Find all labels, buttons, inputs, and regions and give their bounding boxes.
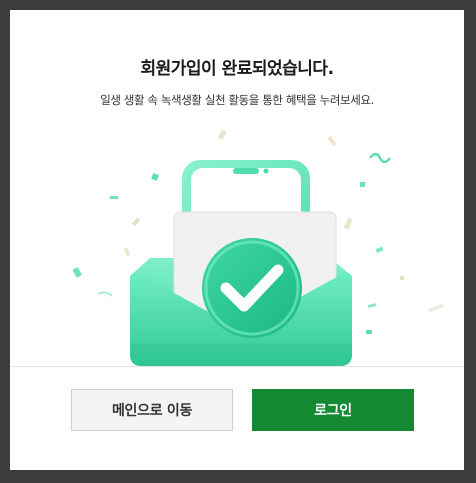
check-circle-icon bbox=[202, 238, 302, 338]
dialog-title: 회원가입이 완료되었습니다. bbox=[140, 59, 334, 79]
signup-complete-dialog: 회원가입이 완료되었습니다. 일생 생활 속 녹색생활 실천 활동을 통한 혜택… bbox=[10, 10, 464, 470]
dialog-subtitle: 일생 생활 속 녹색생활 실천 활동을 통한 혜택을 누려보세요. bbox=[100, 93, 374, 107]
footer-divider bbox=[10, 366, 464, 367]
go-to-main-button[interactable]: 메인으로 이동 bbox=[71, 389, 233, 431]
login-button[interactable]: 로그인 bbox=[252, 389, 414, 431]
signup-complete-illustration bbox=[72, 129, 444, 366]
